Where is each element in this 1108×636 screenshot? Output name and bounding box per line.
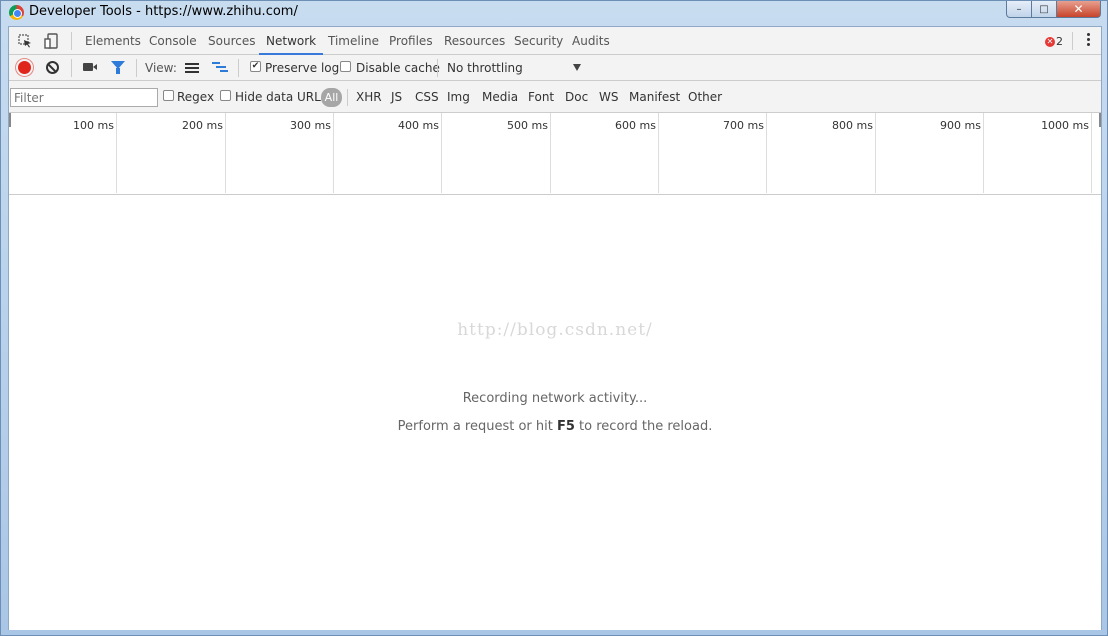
throttling-select[interactable]: No throttling <box>447 61 523 75</box>
toolbar-divider <box>437 59 438 77</box>
tab-console[interactable]: Console <box>149 27 197 55</box>
error-circle-icon: ✕ <box>1045 36 1055 47</box>
tab-sources[interactable]: Sources <box>208 27 255 55</box>
overview-icon[interactable] <box>212 62 228 74</box>
type-filter-ws[interactable]: WS <box>599 90 618 104</box>
filter-divider <box>347 89 348 106</box>
toolbar-divider <box>136 59 137 77</box>
reload-hint-prefix: Perform a request or hit <box>397 419 557 434</box>
toolbar-divider <box>71 59 72 77</box>
disable-cache-checkbox[interactable] <box>340 61 351 72</box>
minimize-button[interactable]: – <box>1006 1 1032 18</box>
recording-message: Recording network activity... <box>462 391 648 406</box>
disable-cache-label: Disable cache <box>356 61 440 75</box>
tab-security[interactable]: Security <box>514 27 563 55</box>
type-filter-xhr[interactable]: XHR <box>356 90 382 104</box>
capture-screenshots-icon[interactable] <box>83 63 97 71</box>
regex-checkbox[interactable] <box>163 90 174 101</box>
reload-hint-suffix: to record the reload. <box>574 419 713 434</box>
type-filter-all[interactable]: All <box>321 88 342 107</box>
devtools-client: Elements Console Sources Network Timelin… <box>8 26 1102 630</box>
timeline-tick: 400 ms <box>334 113 442 193</box>
timeline-right-handle[interactable] <box>1099 113 1101 127</box>
error-counter[interactable]: ✕ 2 <box>1045 35 1063 48</box>
filter-icon[interactable] <box>111 61 125 74</box>
timeline-tick: 300 ms <box>226 113 334 193</box>
tab-resources[interactable]: Resources <box>444 27 505 55</box>
preserve-log-checkbox[interactable]: ✔ <box>250 61 261 72</box>
network-toolbar: View: ✔ Preserve log Disable cache No th… <box>9 55 1101 81</box>
hide-data-urls-label: Hide data URLs <box>235 90 328 104</box>
chrome-logo-icon <box>9 5 24 20</box>
timeline-tick: 600 ms <box>551 113 659 193</box>
more-options-icon[interactable] <box>1087 33 1091 49</box>
window-controls: – □ ✕ <box>1006 1 1101 19</box>
chevron-down-icon[interactable] <box>573 64 581 71</box>
tab-elements[interactable]: Elements <box>85 27 141 55</box>
timeline-tick: 100 ms <box>9 113 117 193</box>
timeline-tick: 1000 ms <box>984 113 1092 193</box>
clear-icon[interactable] <box>46 61 59 74</box>
panel-tab-bar: Elements Console Sources Network Timelin… <box>9 27 1101 55</box>
title-bar[interactable]: Developer Tools - https://www.zhihu.com/… <box>1 1 1107 25</box>
filter-input[interactable] <box>10 88 158 107</box>
error-count: 2 <box>1056 35 1063 48</box>
device-toolbar-icon[interactable] <box>43 33 59 49</box>
tab-timeline[interactable]: Timeline <box>328 27 379 55</box>
timeline-overview[interactable]: 100 ms 200 ms 300 ms 400 ms 500 ms 600 m… <box>9 113 1101 195</box>
type-filter-css[interactable]: CSS <box>415 90 439 104</box>
view-label: View: <box>145 61 177 75</box>
reload-hint-key: F5 <box>556 419 575 434</box>
tab-bar-divider-right <box>1072 32 1073 50</box>
tab-bar-divider <box>71 32 72 50</box>
tab-audits[interactable]: Audits <box>572 27 610 55</box>
type-filter-img[interactable]: Img <box>447 90 470 104</box>
inspect-element-icon[interactable] <box>17 33 33 49</box>
type-filter-js[interactable]: JS <box>391 90 402 104</box>
record-button[interactable] <box>18 61 31 74</box>
timeline-tick: 500 ms <box>442 113 551 193</box>
tab-network[interactable]: Network <box>259 27 324 55</box>
timeline-tick: 800 ms <box>767 113 876 193</box>
type-filter-other[interactable]: Other <box>688 90 722 104</box>
window-title: Developer Tools - https://www.zhihu.com/ <box>29 4 298 19</box>
maximize-button[interactable]: □ <box>1032 1 1057 18</box>
watermark: http://blog.csdn.net/ <box>457 320 653 340</box>
type-filter-doc[interactable]: Doc <box>565 90 588 104</box>
tab-profiles[interactable]: Profiles <box>389 27 433 55</box>
type-filter-manifest[interactable]: Manifest <box>629 90 680 104</box>
preserve-log-label: Preserve log <box>265 61 340 75</box>
close-button[interactable]: ✕ <box>1057 1 1101 18</box>
toolbar-divider <box>238 59 239 77</box>
request-list-empty <box>9 196 1101 630</box>
filter-bar: Regex Hide data URLs All XHR JS CSS Img … <box>9 81 1101 113</box>
type-filter-media[interactable]: Media <box>482 90 518 104</box>
timeline-tick: 200 ms <box>117 113 226 193</box>
reload-hint: Perform a request or hit F5 to record th… <box>9 419 1101 434</box>
timeline-tick: 900 ms <box>876 113 984 193</box>
hide-data-urls-checkbox[interactable] <box>220 90 231 101</box>
regex-label: Regex <box>177 90 215 104</box>
large-rows-icon[interactable] <box>185 63 199 73</box>
timeline-tick: 700 ms <box>659 113 767 193</box>
type-filter-font[interactable]: Font <box>528 90 554 104</box>
devtools-window: Developer Tools - https://www.zhihu.com/… <box>0 0 1108 636</box>
